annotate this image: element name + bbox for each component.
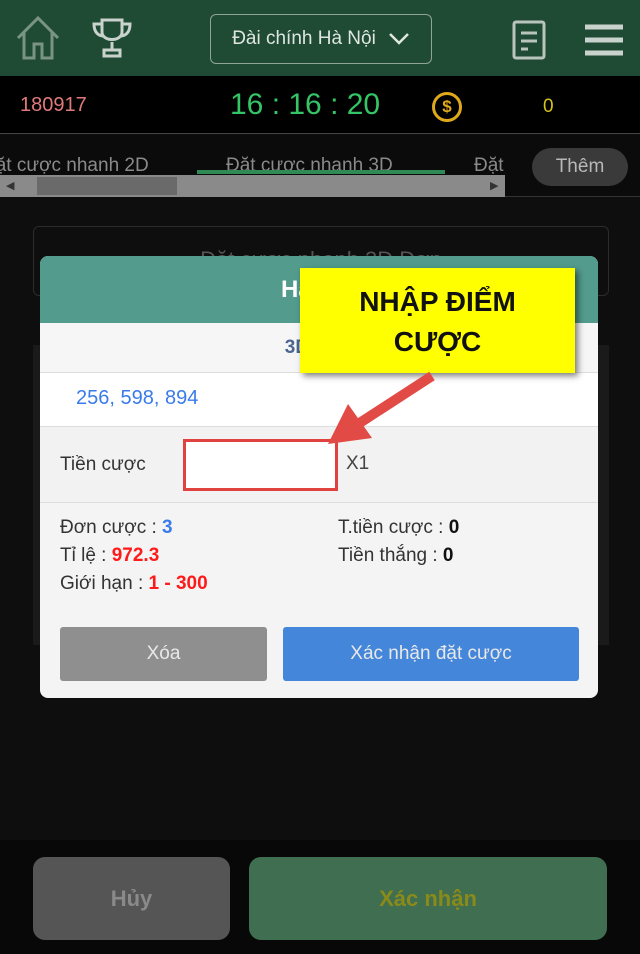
rate-value: 972.3 — [111, 545, 160, 566]
bet-summary: Đơn cược : 3 Tỉ lệ : 972.3 Giới hạn : 1 … — [40, 503, 598, 619]
home-icon[interactable] — [14, 14, 62, 62]
orders-value: 3 — [162, 517, 173, 538]
more-button[interactable]: Thêm — [532, 148, 628, 186]
win-value: 0 — [442, 545, 454, 566]
confirm-button[interactable]: Xác nhận — [249, 857, 607, 940]
scrollbar-thumb[interactable] — [37, 177, 177, 195]
info-bar: 180917 16 : 16 : 20 $ 0 — [0, 76, 640, 134]
cancel-button[interactable]: Hủy — [33, 857, 230, 940]
menu-icon[interactable] — [585, 24, 623, 56]
confirm-bet-button[interactable]: Xác nhận đặt cược — [283, 627, 579, 681]
bet-amount-input[interactable] — [183, 439, 338, 491]
bet-amount-row: Tiền cược X1 — [40, 427, 598, 503]
tab-more-partial[interactable]: Đặt — [474, 155, 506, 177]
draw-id: 180917 — [20, 94, 87, 116]
trophy-icon[interactable] — [90, 16, 134, 60]
selected-numbers: 256, 598, 894 — [40, 373, 598, 427]
tab-quick-2d[interactable]: Đặt cược nhanh 2D — [0, 155, 149, 177]
annotation-line2: CƯỢC — [393, 326, 482, 357]
coin-icon: $ — [432, 92, 462, 122]
win-label: Tiền thắng : — [338, 545, 438, 566]
total-label: T.tiền cược : — [338, 517, 444, 538]
document-icon[interactable] — [512, 20, 546, 60]
total-value: 0 — [448, 517, 460, 538]
multiplier: X1 — [346, 453, 370, 474]
orders-label: Đơn cược : — [60, 517, 157, 538]
limit-value: 1 - 300 — [148, 573, 208, 594]
chevron-down-icon — [388, 33, 409, 45]
annotation-callout: NHẬP ĐIỂM CƯỢC — [300, 268, 575, 373]
limit-label: Giới hạn : — [60, 573, 144, 594]
station-label: Đài chính Hà Nội — [232, 28, 376, 49]
scroll-right-icon[interactable]: ▶ — [490, 179, 498, 192]
scroll-left-icon[interactable]: ◀ — [6, 179, 14, 192]
countdown-clock: 16 : 16 : 20 — [230, 88, 381, 121]
top-bar: Đài chính Hà Nội — [0, 0, 640, 76]
bet-amount-label: Tiền cược — [60, 454, 146, 475]
station-select[interactable]: Đài chính Hà Nội — [210, 14, 432, 64]
rate-label: Tỉ lệ : — [60, 545, 107, 566]
clear-button[interactable]: Xóa — [60, 627, 267, 681]
annotation-line1: NHẬP ĐIỂM — [359, 286, 516, 317]
active-tab-indicator — [197, 170, 445, 174]
balance: 0 — [543, 96, 554, 117]
